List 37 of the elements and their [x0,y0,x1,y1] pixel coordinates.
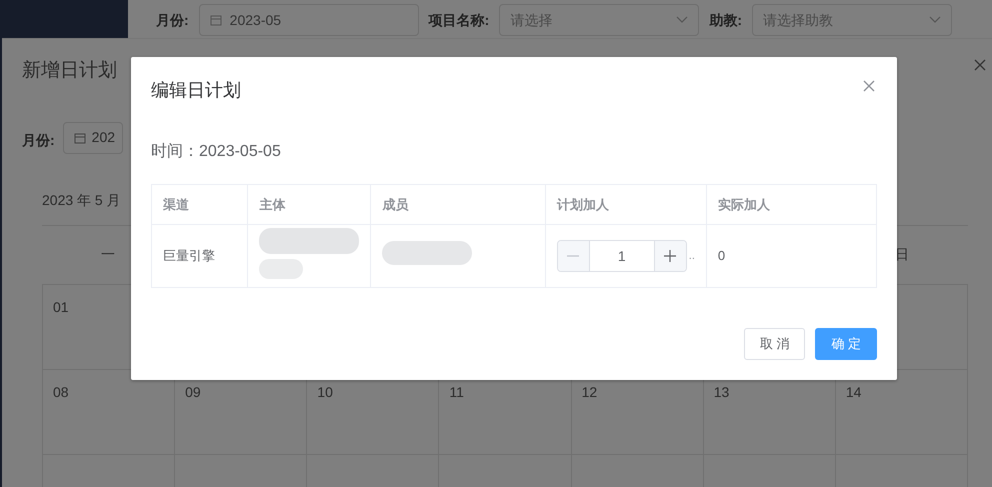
number-stepper[interactable]: 1 [556,240,687,272]
day-number: 01 [53,298,69,314]
close-icon[interactable] [974,59,986,71]
column-header: 渠道 [163,196,189,212]
weekday-label: 日 [894,246,909,262]
field-label: 项目名称: [428,11,490,30]
field-label: 月份: [22,131,55,150]
increment-button[interactable] [654,241,686,271]
calendar-icon [210,14,222,26]
dialog-title: 编辑日计划 [151,79,241,102]
day-number: 13 [714,384,730,400]
close-icon[interactable] [863,80,875,92]
weekday-label: 一 [101,246,116,262]
column-header: 成员 [382,196,408,212]
date-text: 时间：2023-05-05 [151,142,282,162]
calendar-icon [74,132,86,144]
cancel-button[interactable]: 取 消 [744,328,806,360]
confirm-button[interactable]: 确 定 [815,328,877,360]
day-number: 09 [185,384,201,400]
column-header: 计划加人 [556,196,609,212]
field-label: 月份: [156,11,189,30]
column-header: 主体 [259,196,286,212]
table-cell: 巨量引擎 [163,248,215,264]
day-number: 11 [449,384,464,400]
field-label: 助教: [709,11,742,30]
day-number: 10 [317,384,333,400]
day-number: 14 [846,384,862,400]
overflow-mark: .. [688,248,695,264]
date-field[interactable]: 2023-05 [198,4,419,36]
plus-icon [664,250,676,262]
dialog-title: 新增日计划 [22,59,118,83]
day-number: 12 [582,384,598,400]
calendar-title: 2023 年 5 月 [42,190,121,210]
day-number: 08 [53,384,69,400]
column-header: 实际加人 [718,196,770,212]
table-cell: 0 [718,248,726,264]
date-field[interactable]: 202 [62,122,123,154]
